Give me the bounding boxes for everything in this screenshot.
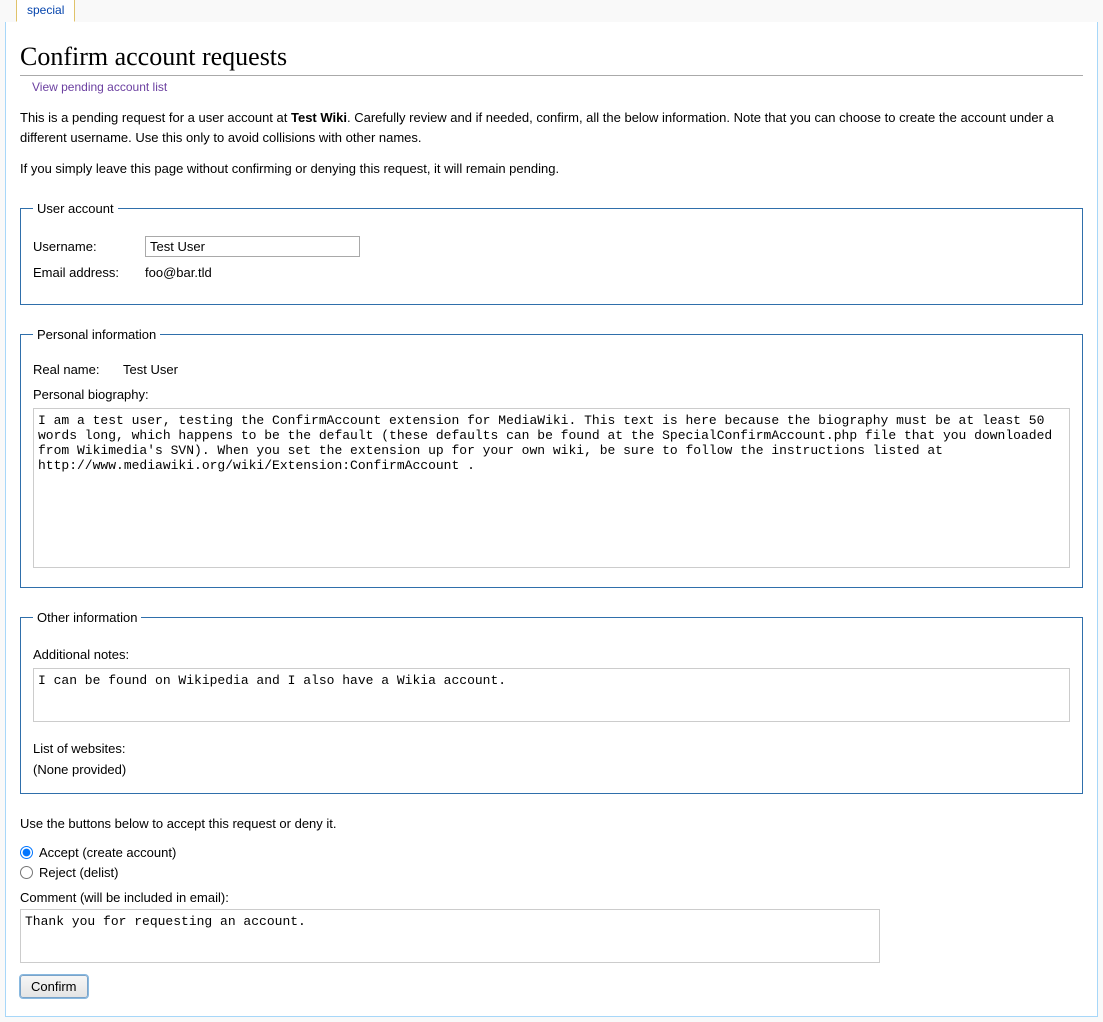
fieldset-other-info: Other information Additional notes: List…: [20, 610, 1083, 794]
tab-special[interactable]: special: [16, 0, 75, 22]
bio-label: Personal biography:: [33, 387, 1070, 402]
fieldset-user-account: User account Username: Email address: fo…: [20, 201, 1083, 305]
realname-label: Real name:: [33, 362, 123, 377]
wiki-name: Test Wiki: [291, 110, 347, 125]
notes-textarea[interactable]: [33, 668, 1070, 722]
content-area: Confirm account requests View pending ac…: [5, 22, 1098, 1017]
websites-value: (None provided): [33, 762, 1070, 777]
fieldset-personal-info: Personal information Real name: Test Use…: [20, 327, 1083, 588]
intro-paragraph-1: This is a pending request for a user acc…: [20, 108, 1083, 147]
legend-other-info: Other information: [33, 610, 141, 625]
action-prompt: Use the buttons below to accept this req…: [20, 814, 1083, 834]
legend-user-account: User account: [33, 201, 118, 216]
accept-radio[interactable]: [20, 846, 33, 859]
websites-label: List of websites:: [33, 741, 1070, 756]
comment-textarea[interactable]: [20, 909, 880, 963]
email-value: foo@bar.tld: [145, 265, 212, 280]
intro-paragraph-2: If you simply leave this page without co…: [20, 159, 1083, 179]
comment-label: Comment (will be included in email):: [20, 890, 1083, 905]
username-label: Username:: [33, 239, 145, 254]
reject-radio[interactable]: [20, 866, 33, 879]
email-label: Email address:: [33, 265, 145, 280]
realname-value: Test User: [123, 362, 178, 377]
bio-textarea[interactable]: [33, 408, 1070, 568]
reject-label: Reject (delist): [39, 865, 118, 880]
accept-label: Accept (create account): [39, 845, 176, 860]
legend-personal-info: Personal information: [33, 327, 160, 342]
view-pending-link[interactable]: View pending account list: [32, 80, 1083, 94]
username-input[interactable]: [145, 236, 360, 257]
intro-prefix: This is a pending request for a user acc…: [20, 110, 291, 125]
notes-label: Additional notes:: [33, 647, 1070, 662]
page-title: Confirm account requests: [20, 42, 1083, 76]
